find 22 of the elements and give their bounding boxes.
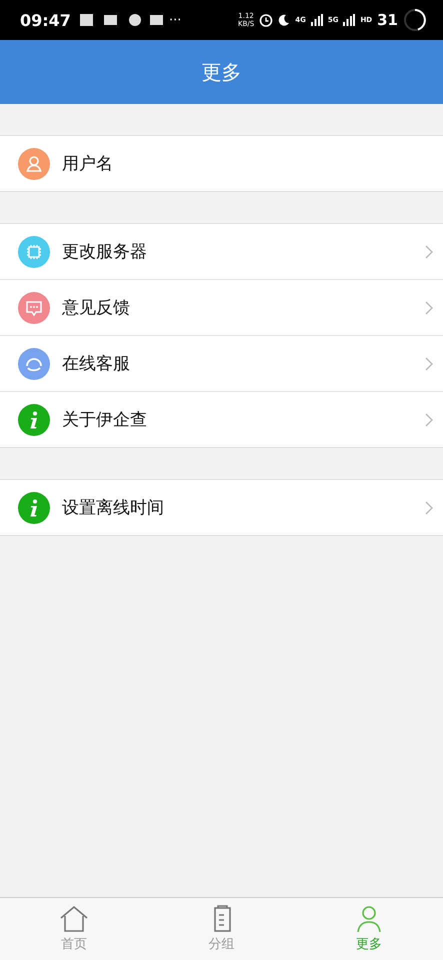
menu-item[interactable]: 更改服务器 <box>0 224 443 279</box>
battery-level: 31 <box>377 11 398 29</box>
menu-item[interactable]: 意见反馈 <box>0 279 443 335</box>
menu-item-label: 更改服务器 <box>62 241 148 263</box>
signal-icon <box>310 14 323 26</box>
menu-item[interactable]: 设置离线时间 <box>0 480 443 535</box>
menu-item[interactable]: 用户名 <box>0 136 443 191</box>
more-notifications: ··· <box>168 12 182 28</box>
alarm-icon <box>259 13 274 27</box>
battery-ring-icon <box>403 8 427 32</box>
moon-icon <box>278 14 290 26</box>
menu-item-label: 意见反馈 <box>62 297 131 319</box>
signal-icon <box>343 14 356 26</box>
menu-item-label: 设置离线时间 <box>62 497 165 519</box>
page-title: 更多 <box>202 58 242 86</box>
status-time: 09:47 <box>20 10 71 30</box>
menu-item-label: 用户名 <box>62 153 114 175</box>
menu-item[interactable]: 关于伊企查 <box>0 391 443 447</box>
home-icon <box>58 905 89 933</box>
menu-item[interactable]: 在线客服 <box>0 335 443 391</box>
menu-item-label: 在线客服 <box>62 353 131 375</box>
menu-item-label: 关于伊企查 <box>62 409 148 431</box>
